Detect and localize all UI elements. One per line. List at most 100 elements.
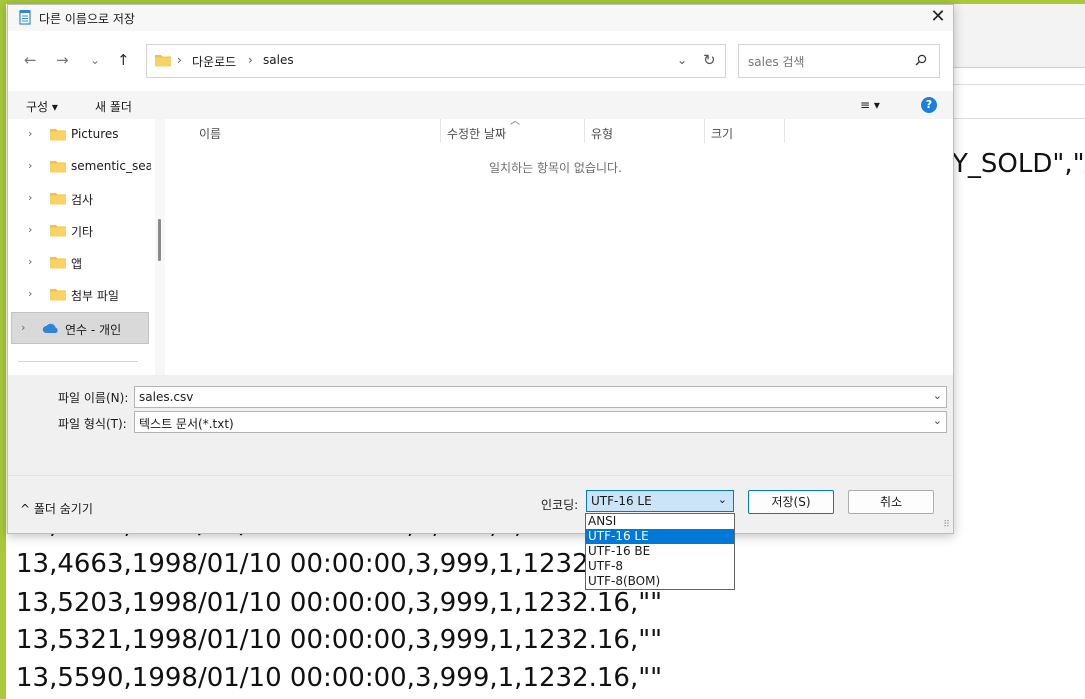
encoding-option-utf16be[interactable]: UTF-16 BE xyxy=(586,544,734,559)
notepad-icon xyxy=(19,9,31,28)
folder-icon xyxy=(50,288,66,304)
navigation-pane: › Pictures › sementic_search › 검사 › 기타 ›… xyxy=(8,119,155,375)
notepad-field xyxy=(952,84,1085,119)
column-separator xyxy=(440,119,441,143)
sidebar-item-sementic-search[interactable]: › sementic_search xyxy=(8,151,155,181)
column-date-modified[interactable]: 수정한 날짜 xyxy=(447,125,506,142)
encoding-option-utf16le[interactable]: UTF-16 LE xyxy=(586,529,734,544)
dialog-titlebar: 다른 이름으로 저장 ✕ xyxy=(8,5,953,31)
notepad-line: 13,5203,1998/01/10 00:00:00,3,999,1,1232… xyxy=(16,588,663,618)
navigation-scrollbar[interactable] xyxy=(155,119,165,375)
sidebar-item-gita[interactable]: › 기타 xyxy=(8,215,155,245)
sort-ascending-icon: ︿ xyxy=(510,116,520,127)
folder-icon xyxy=(50,224,66,240)
folder-icon xyxy=(50,192,66,208)
forward-icon[interactable]: → xyxy=(56,51,69,69)
sidebar-item-label: sementic_search xyxy=(71,159,151,173)
hide-folders-button[interactable]: ^ 폴더 숨기기 xyxy=(20,500,93,517)
encoding-option-utf8[interactable]: UTF-8 xyxy=(586,559,734,574)
column-type[interactable]: 유형 xyxy=(591,125,613,142)
sidebar-item-geomsa[interactable]: › 검사 xyxy=(8,183,155,213)
save-as-dialog: 다른 이름으로 저장 ✕ ← → ⌄ ↑ › 다운로드 › sales ⌄ ↻ … xyxy=(7,4,954,534)
sidebar-item-label: 첨부 파일 xyxy=(71,289,119,303)
notepad-header-fragment: Y_SOLD","A xyxy=(952,149,1085,179)
expand-chevron-icon[interactable]: › xyxy=(28,223,32,236)
organize-button[interactable]: 구성 ▾ xyxy=(26,98,58,115)
folder-icon xyxy=(50,128,66,144)
filename-label: 파일 이름(N): xyxy=(58,391,129,405)
notepad-line: 13,4663,1998/01/10 00:00:00,3,999,1,1232… xyxy=(16,549,663,579)
sidebar-item-label: 연수 - 개인 xyxy=(65,323,122,337)
window-accent-border-left xyxy=(0,0,6,699)
folder-icon xyxy=(50,256,66,272)
help-icon[interactable]: ? xyxy=(921,97,937,113)
sidebar-item-label: Pictures xyxy=(71,127,119,141)
filetype-select[interactable]: 텍스트 문서(*.txt) ⌄ xyxy=(134,411,947,433)
sidebar-item-label: 기타 xyxy=(71,225,94,239)
expand-chevron-icon[interactable]: › xyxy=(28,159,32,172)
empty-message: 일치하는 항목이 없습니다. xyxy=(489,161,622,175)
column-separator xyxy=(784,119,785,143)
cancel-button[interactable]: 취소 xyxy=(848,490,934,514)
filename-value: sales.csv xyxy=(139,390,194,404)
chevron-down-icon[interactable]: ⌄ xyxy=(718,493,727,506)
filetype-value: 텍스트 문서(*.txt) xyxy=(139,417,234,431)
close-icon[interactable]: ✕ xyxy=(928,7,948,27)
encoding-label: 인코딩: xyxy=(541,498,579,512)
column-size[interactable]: 크기 xyxy=(711,125,733,142)
save-button[interactable]: 저장(S) xyxy=(748,490,834,514)
notepad-line: 13,5590,1998/01/10 00:00:00,3,999,1,1232… xyxy=(16,663,663,693)
encoding-dropdown-list: ANSI UTF-16 LE UTF-16 BE UTF-8 UTF-8(BOM… xyxy=(585,513,735,590)
folder-icon xyxy=(50,160,66,176)
breadcrumb-downloads[interactable]: 다운로드 xyxy=(192,53,236,70)
back-icon[interactable]: ← xyxy=(24,51,37,69)
breadcrumb-separator: › xyxy=(177,53,182,67)
search-input[interactable]: sales 검색 xyxy=(738,44,940,78)
address-bar[interactable]: › 다운로드 › sales ⌄ ↻ xyxy=(146,44,726,78)
sidebar-item-app[interactable]: › 앱 xyxy=(8,247,155,277)
navigation-bar: ← → ⌄ ↑ › 다운로드 › sales ⌄ ↻ sales 검색 xyxy=(8,31,953,91)
file-list: 이름 수정한 날짜 ︿ 유형 크기 일치하는 항목이 없습니다. xyxy=(165,116,953,375)
search-placeholder: sales 검색 xyxy=(748,55,805,69)
sidebar-item-label: 검사 xyxy=(71,193,94,207)
column-separator xyxy=(704,119,705,143)
notepad-line: 13,5321,1998/01/10 00:00:00,3,999,1,1232… xyxy=(16,625,663,655)
address-dropdown-icon[interactable]: ⌄ xyxy=(677,53,687,67)
expand-chevron-icon[interactable]: › xyxy=(21,321,25,334)
column-separator xyxy=(584,119,585,143)
expand-chevron-icon[interactable]: › xyxy=(28,127,32,140)
folder-icon xyxy=(155,53,171,70)
sidebar-item-onedrive[interactable]: › 연수 - 개인 xyxy=(11,312,149,344)
encoding-select[interactable]: UTF-16 LE ⌄ xyxy=(586,490,734,512)
command-bar: 구성 ▾ 새 폴더 ≡ ▾ ? xyxy=(8,91,953,119)
sidebar-item-attachments[interactable]: › 첨부 파일 xyxy=(8,279,155,309)
refresh-icon[interactable]: ↻ xyxy=(703,51,716,69)
filename-input[interactable]: sales.csv ⌄ xyxy=(134,386,947,408)
sidebar-item-pictures[interactable]: › Pictures xyxy=(8,119,155,149)
dialog-title: 다른 이름으로 저장 xyxy=(39,12,135,26)
view-options-button[interactable]: ≡ ▾ xyxy=(860,98,880,112)
sidebar-item-label: 앱 xyxy=(71,257,83,271)
notepad-divider xyxy=(952,67,1085,68)
column-name[interactable]: 이름 xyxy=(199,125,221,142)
filetype-label: 파일 형식(T): xyxy=(58,417,127,431)
encoding-value: UTF-16 LE xyxy=(591,494,652,508)
new-folder-button[interactable]: 새 폴더 xyxy=(95,98,132,115)
search-icon[interactable] xyxy=(915,54,927,69)
expand-chevron-icon[interactable]: › xyxy=(28,287,32,300)
expand-chevron-icon[interactable]: › xyxy=(28,255,32,268)
encoding-option-ansi[interactable]: ANSI xyxy=(586,514,734,529)
encoding-option-utf8bom[interactable]: UTF-8(BOM) xyxy=(586,574,734,589)
onedrive-cloud-icon xyxy=(42,323,60,337)
scrollbar-thumb[interactable] xyxy=(158,219,161,261)
chevron-down-icon[interactable]: ⌄ xyxy=(933,414,942,427)
recent-locations-icon[interactable]: ⌄ xyxy=(90,53,100,67)
pane-divider xyxy=(18,361,138,362)
breadcrumb-separator: › xyxy=(248,53,253,67)
up-icon[interactable]: ↑ xyxy=(117,51,130,69)
resize-grip-icon[interactable]: ⠿ xyxy=(943,520,950,530)
expand-chevron-icon[interactable]: › xyxy=(28,191,32,204)
notepad-toolbar xyxy=(952,4,1085,67)
chevron-down-icon[interactable]: ⌄ xyxy=(933,389,942,402)
breadcrumb-sales[interactable]: sales xyxy=(263,53,294,67)
